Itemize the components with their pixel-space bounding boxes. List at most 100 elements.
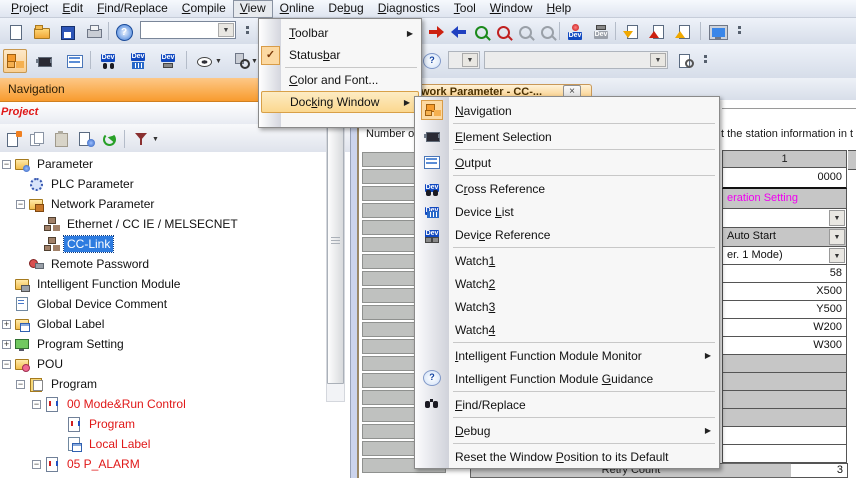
expand-toggle-icon[interactable]: + <box>2 320 11 329</box>
menu-item[interactable]: Project <box>4 0 55 18</box>
print-icon[interactable] <box>82 20 106 44</box>
stop-monitor-icon[interactable] <box>491 20 515 44</box>
property-icon[interactable] <box>74 127 98 151</box>
submenu-item[interactable]: Dev? Output ▶ <box>415 151 719 174</box>
chevron-down-icon[interactable]: ▼ <box>829 210 845 226</box>
tree-item[interactable]: + Global Label <box>0 314 350 334</box>
tree-item-label[interactable]: Program Setting <box>34 336 127 352</box>
submenu-item[interactable]: Dev? Device Reference ▶ <box>415 223 719 246</box>
copy-icon[interactable] <box>26 127 50 151</box>
toolbar-overflow-icon[interactable] <box>702 53 709 69</box>
toolbar-overflow-icon[interactable] <box>736 24 743 40</box>
tree-item[interactable]: Remote Password <box>0 254 350 274</box>
tree-item[interactable]: − Program <box>0 374 350 394</box>
submenu-item[interactable]: Dev? Cross Reference ▶ <box>415 177 719 200</box>
chevron-down-icon[interactable]: ▼ <box>218 23 234 37</box>
device-reference-icon[interactable]: Dev <box>156 49 180 73</box>
tree-item[interactable]: − Parameter <box>0 154 350 174</box>
tree-item[interactable]: CC-Link <box>0 234 350 254</box>
tree-item[interactable]: Local Label <box>0 434 350 454</box>
submenu-item[interactable]: Dev? Watch4 ▶ <box>415 318 719 341</box>
tree-item-label[interactable]: Network Parameter <box>48 196 157 212</box>
grid-cell[interactable]: eration Setting▼ <box>722 189 847 209</box>
tree-item-label[interactable]: Parameter <box>34 156 96 172</box>
tree-item[interactable]: + Program Setting <box>0 334 350 354</box>
submenu-item[interactable]: Dev? Watch1 ▶ <box>415 249 719 272</box>
retry-count-value-cell[interactable]: 3 <box>791 463 848 478</box>
tree-item-label[interactable]: CC-Link <box>64 236 113 252</box>
menu-item[interactable]: Help <box>539 0 578 18</box>
menu-item[interactable]: Debug <box>321 0 370 18</box>
menu-item[interactable]: Edit <box>55 0 90 18</box>
tree-item[interactable]: − POU <box>0 354 350 374</box>
scrollbar-thumb[interactable] <box>327 96 344 384</box>
tree-item-label[interactable]: PLC Parameter <box>48 176 137 192</box>
tree-item[interactable]: Intelligent Function Module <box>0 274 350 294</box>
grid-cell[interactable]: ▼ <box>722 427 847 445</box>
grid-cell[interactable]: ▼ <box>722 445 847 463</box>
expand-toggle-icon[interactable]: − <box>16 380 25 389</box>
view-menu-item[interactable]: ✓ Docking Window ▶ <box>261 91 419 113</box>
submenu-item[interactable]: Dev? Navigation ▶ <box>415 99 719 122</box>
grid-cell[interactable]: 0000▼ <box>722 168 847 189</box>
menu-item[interactable]: Online <box>273 0 322 18</box>
grid-cell[interactable]: W200▼ <box>722 319 847 337</box>
grid-cell[interactable]: W300▼ <box>722 337 847 355</box>
element-selection-icon[interactable] <box>33 49 57 73</box>
upload-comment-icon[interactable] <box>672 20 696 44</box>
grid-cell[interactable]: ▼ <box>722 391 847 409</box>
device-find-icon[interactable]: ▼ <box>230 49 260 73</box>
submenu-item[interactable]: Dev? Intelligent Function Module Guidanc… <box>415 367 719 390</box>
expand-toggle-icon[interactable]: − <box>32 400 41 409</box>
new-item-icon[interactable] <box>2 127 26 151</box>
tree-item-label[interactable]: Global Device Comment <box>34 296 170 312</box>
chevron-down-icon[interactable]: ▼ <box>829 248 845 263</box>
tree-item-label[interactable]: 05 P_ALARM <box>64 456 143 472</box>
expand-toggle-icon[interactable]: + <box>2 340 11 349</box>
submenu-item[interactable]: Dev? Watch2 ▶ <box>415 272 719 295</box>
tree-item[interactable]: PLC Parameter <box>0 174 350 194</box>
open-project-icon[interactable] <box>30 20 54 44</box>
submenu-item[interactable]: Dev? Device List ▶ <box>415 200 719 223</box>
tree-item-label[interactable]: Program <box>86 416 138 432</box>
grid-cell[interactable]: ▼ <box>722 209 847 228</box>
menu-item[interactable]: Tool <box>447 0 483 18</box>
submenu-item[interactable]: Dev? Reset the Window Position to its De… <box>415 445 719 468</box>
tree-item-label[interactable]: Ethernet / CC IE / MELSECNET <box>64 216 241 232</box>
submenu-item[interactable]: Dev? Element Selection ▶ <box>415 125 719 148</box>
tree-item-label[interactable]: Remote Password <box>48 256 152 272</box>
refresh-icon[interactable] <box>98 127 122 151</box>
grid-cell[interactable]: 58▼ <box>722 265 847 283</box>
view-menu-item[interactable]: ✓ Statusbar ▶ <box>259 44 421 66</box>
expand-toggle-icon[interactable]: − <box>16 200 25 209</box>
ifm-guidance-icon[interactable]: ? <box>420 49 444 73</box>
tree-item[interactable]: − Network Parameter <box>0 194 350 214</box>
tree-item-label[interactable]: Local Label <box>86 436 153 452</box>
start-monitor-icon[interactable] <box>469 20 493 44</box>
download-comment-icon[interactable] <box>620 20 644 44</box>
grid-cell[interactable]: ▼ <box>722 409 847 427</box>
submenu-item[interactable]: Dev? Watch3 ▶ <box>415 295 719 318</box>
grid-cell[interactable]: ▼ <box>722 355 847 373</box>
tree-item-label[interactable]: POU <box>34 356 66 372</box>
view-menu-item[interactable]: ✓ Color and Font... ▶ <box>259 69 421 91</box>
menu-item[interactable]: Window <box>483 0 540 18</box>
menu-item[interactable]: View <box>233 0 273 18</box>
tree-item-label[interactable]: 00 Mode&Run Control <box>64 396 189 412</box>
read-from-plc-icon[interactable] <box>447 20 471 44</box>
monitor-mode-icon[interactable] <box>706 20 730 44</box>
grid-cell[interactable]: Y500▼ <box>722 301 847 319</box>
menu-item[interactable]: Compile <box>175 0 233 18</box>
tree-item-label[interactable]: Program <box>48 376 100 392</box>
new-project-icon[interactable] <box>4 20 28 44</box>
expand-toggle-icon[interactable]: − <box>2 360 11 369</box>
tree-item[interactable]: − 00 Mode&Run Control <box>0 394 350 414</box>
tree-item[interactable]: Ethernet / CC IE / MELSECNET <box>0 214 350 234</box>
navigation-window-icon[interactable] <box>3 49 27 73</box>
device-list-icon[interactable]: Dev <box>126 49 150 73</box>
expand-toggle-icon[interactable]: − <box>32 460 41 469</box>
watch-window-icon[interactable]: ▼ <box>192 49 226 73</box>
tree-item-label[interactable]: Global Label <box>34 316 107 332</box>
save-project-icon[interactable] <box>56 20 80 44</box>
grid-cell[interactable]: Auto Start▼ <box>722 228 847 247</box>
